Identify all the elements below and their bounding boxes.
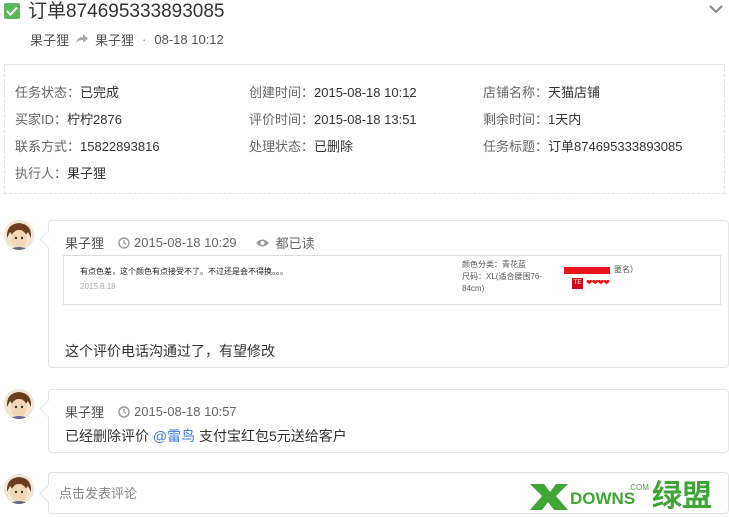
contact: 联系方式：15822893816: [15, 136, 160, 155]
remaining-time-label: 剩余时间：: [483, 112, 549, 127]
chevron-down-icon[interactable]: [709, 4, 723, 14]
executor-value: 果子狸: [67, 166, 107, 181]
remaining-time: 剩余时间：1天内: [483, 109, 581, 128]
buyer-id: 买家ID：柠柠2876: [15, 109, 122, 128]
executor: 执行人：果子狸: [15, 163, 106, 182]
created-time-label: 创建时间：: [249, 85, 315, 100]
crumb-separator: ·: [142, 31, 147, 47]
comment-author[interactable]: 果子狸: [65, 402, 104, 421]
comment-time: 2015-08-18 10:29: [134, 235, 237, 250]
task-info-panel: 任务状态：已完成 创建时间：2015-08-18 10:12 店铺名称：天猫店铺…: [4, 64, 725, 194]
comment-bubble: 果子狸 2015-08-18 10:57 已经删除评价 @雷鸟 支付宝红包5元送…: [48, 389, 729, 453]
current-user-avatar[interactable]: [4, 474, 34, 504]
review-spec: 颜色分类：青花蓝 尺码：XL(适合腰围76-84cm): [462, 260, 543, 293]
comment-text: 已经删除评价 @雷鸟 支付宝红包5元送给客户: [65, 426, 347, 446]
task-title: 任务标题：订单874695333893085: [483, 136, 682, 155]
forward-arrow-icon: [76, 34, 89, 43]
remaining-time-value: 1天内: [548, 112, 582, 127]
watermark-cn: 绿盟: [652, 479, 712, 514]
shop-name-label: 店铺名称：: [483, 85, 549, 100]
buyer-id-value: 柠柠2876: [67, 112, 122, 127]
comment-meta: 果子狸 2015-08-18 10:57: [65, 402, 237, 421]
clock-icon: [118, 236, 130, 249]
watermark-com: .COM: [628, 483, 649, 492]
crumb-time: 08-18 10:12: [154, 31, 224, 47]
crumb-from[interactable]: 果子狸: [30, 30, 69, 49]
process-status: 处理状态：已删除: [249, 136, 353, 155]
order-title: 订单874695333893085: [28, 1, 225, 22]
task-status-label: 任务状态：: [15, 85, 81, 100]
task-title-value: 订单874695333893085: [548, 139, 683, 154]
comment-time: 2015-08-18 10:57: [134, 404, 237, 419]
avatar[interactable]: [4, 389, 34, 419]
executor-label: 执行人：: [15, 166, 68, 181]
avatar[interactable]: [4, 220, 34, 250]
hearts-icon: ❤❤❤❤: [586, 278, 610, 287]
order-header: 订单874695333893085 果子狸 果子狸 · 08-18 10:12: [0, 0, 729, 58]
downxia-watermark-logo: DOWNS .COM 绿盟: [530, 479, 712, 514]
created-time-value: 2015-08-18 10:12: [314, 85, 417, 100]
comment-text: 这个评价电话沟通过了，有望修改: [65, 343, 275, 359]
review-anon: 匿名）: [614, 265, 638, 274]
watermark-dl: DOWNS: [570, 489, 635, 508]
process-status-value: 已删除: [314, 139, 354, 154]
eye-icon: [255, 239, 269, 246]
comment-meta: 果子狸 2015-08-18 10:29 都已读: [65, 233, 315, 252]
buyer-id-label: 买家ID：: [15, 112, 68, 127]
redacted-bar: [564, 267, 610, 274]
task-status-value: 已完成: [80, 85, 120, 100]
mention-link[interactable]: @雷鸟: [153, 428, 195, 444]
comment-author[interactable]: 果子狸: [65, 233, 104, 252]
task-title-label: 任务标题：: [483, 139, 549, 154]
crumb-to[interactable]: 果子狸: [95, 30, 134, 49]
breadcrumb: 果子狸 果子狸 · 08-18 10:12: [30, 30, 224, 49]
contact-value: 15822893816: [80, 139, 160, 154]
created-time: 创建时间：2015-08-18 10:12: [249, 82, 417, 101]
process-status-label: 处理状态：: [249, 139, 315, 154]
check-icon: [4, 3, 20, 19]
review-time-label: 评价时间：: [249, 112, 315, 127]
shop-name-value: 天猫店铺: [548, 85, 601, 100]
level-tag-icon: TE: [572, 278, 583, 289]
review-date: 2015.8.18: [80, 282, 116, 291]
shop-name: 店铺名称：天猫店铺: [483, 82, 600, 101]
clock-icon: [118, 405, 130, 418]
comment-text-after: 支付宝红包5元送给客户: [195, 428, 347, 444]
read-status: 都已读: [275, 236, 315, 251]
review-time-value: 2015-08-18 13:51: [314, 112, 417, 127]
contact-label: 联系方式：: [15, 139, 81, 154]
comment-bubble: 果子狸 2015-08-18 10:29 都已读 有点色差，这个颜色有点接受不了…: [48, 220, 729, 368]
review-text: 有点色差，这个颜色有点接受不了。不过还是会不得换。。。: [80, 267, 288, 276]
task-status: 任务状态：已完成: [15, 82, 119, 101]
comment-text-before: 已经删除评价: [65, 428, 153, 444]
review-screenshot[interactable]: 有点色差，这个颜色有点接受不了。不过还是会不得换。。。 2015.8.18 颜色…: [63, 255, 721, 305]
review-time: 评价时间：2015-08-18 13:51: [249, 109, 417, 128]
